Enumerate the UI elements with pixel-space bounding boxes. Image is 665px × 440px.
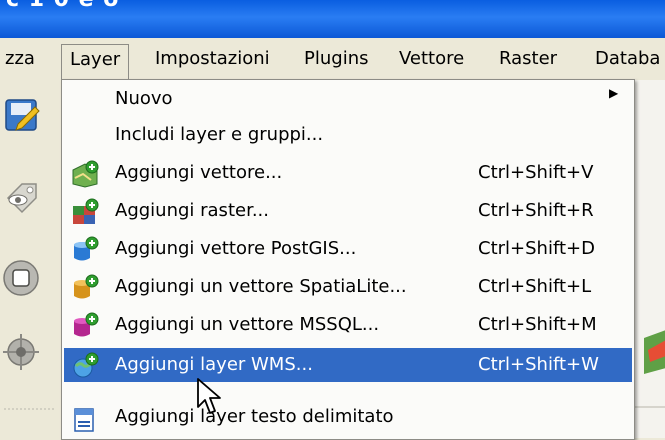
menu-entry-shortcut: Ctrl+Shift+M [478, 314, 597, 335]
menu-entry-aggiungi-wms[interactable]: Aggiungi layer WMS... Ctrl+Shift+W [64, 348, 632, 382]
submenu-arrow-icon: ▶ [609, 86, 619, 100]
menu-item-database[interactable]: Databa [595, 44, 660, 74]
mouse-cursor-icon [197, 378, 221, 414]
menu-entry-shortcut: Ctrl+Shift+R [478, 200, 594, 221]
menu-entry-label: Aggiungi vettore PostGIS... [115, 238, 357, 259]
add-wms-icon [73, 352, 99, 378]
map-thumbnail-icon [644, 330, 665, 374]
menu-entry-aggiungi-testo-delimitato[interactable]: Aggiungi layer testo delimitato [64, 400, 632, 434]
menu-entry-shortcut: Ctrl+Shift+L [478, 276, 592, 297]
menu-item-layer[interactable]: Layer [61, 44, 130, 81]
menu-entry-aggiungi-postgis[interactable]: Aggiungi vettore PostGIS... Ctrl+Shift+D [64, 232, 632, 266]
left-toolbar [0, 80, 60, 438]
menu-entry-label: Includi layer e gruppi... [115, 124, 324, 145]
menu-entry-shortcut: Ctrl+Shift+W [478, 354, 599, 375]
menu-entry-aggiungi-spatialite[interactable]: Aggiungi un vettore SpatiaLite... Ctrl+S… [64, 270, 632, 304]
menu-item-plugins[interactable]: Plugins [304, 44, 368, 74]
menu-entry-label: Aggiungi vettore... [115, 162, 283, 183]
menu-item-raster[interactable]: Raster [499, 44, 557, 74]
menu-entry-label: Aggiungi un vettore SpatiaLite... [115, 276, 407, 297]
menu-entry-nuovo[interactable]: Nuovo ▶ [64, 82, 632, 116]
menu-item-impostazioni[interactable]: Impostazioni [155, 44, 270, 74]
menu-entry-label: Aggiungi layer testo delimitato [115, 406, 394, 427]
add-raster-icon [73, 198, 99, 224]
menu-entry-label: Aggiungi raster... [115, 200, 269, 221]
menu-entry-label: Aggiungi layer WMS... [115, 354, 313, 375]
menu-entry-shortcut: Ctrl+Shift+D [478, 238, 595, 259]
add-mssql-icon [74, 312, 99, 337]
menu-entry-shortcut: Ctrl+Shift+V [478, 162, 594, 183]
toolbar-separator [4, 408, 56, 410]
add-postgis-icon [74, 236, 99, 261]
map-canvas-edge [634, 80, 665, 438]
map-canvas-separator [634, 406, 665, 408]
add-delimited-text-icon [74, 408, 94, 432]
tag-eye-icon[interactable] [2, 176, 40, 216]
add-spatialite-icon [74, 274, 99, 299]
save-project-icon[interactable] [2, 94, 40, 134]
menu-item-vettore[interactable]: Vettore [399, 44, 464, 74]
window-title: c 1 0 e o [6, 0, 119, 12]
pan-map-icon[interactable] [2, 258, 40, 298]
menu-entry-includi-layer[interactable]: Includi layer e gruppi... [64, 118, 632, 152]
menu-entry-aggiungi-vettore[interactable]: Aggiungi vettore... Ctrl+Shift+V [64, 156, 632, 190]
menu-entry-aggiungi-raster[interactable]: Aggiungi raster... Ctrl+Shift+R [64, 194, 632, 228]
window-titlebar[interactable]: c 1 0 e o [0, 0, 665, 38]
layer-menu-dropdown: Nuovo ▶ Includi layer e gruppi... Aggiun… [61, 79, 635, 440]
add-vector-icon [72, 160, 99, 188]
menu-entry-label: Aggiungi un vettore MSSQL... [115, 314, 380, 335]
menu-bar: zza Layer Impostazioni Plugins Vettore R… [0, 38, 665, 81]
menu-entry-label: Nuovo [115, 88, 173, 109]
identify-icon[interactable] [2, 332, 40, 372]
menu-entry-aggiungi-mssql[interactable]: Aggiungi un vettore MSSQL... Ctrl+Shift+… [64, 308, 632, 342]
menu-item-zza[interactable]: zza [5, 44, 35, 74]
